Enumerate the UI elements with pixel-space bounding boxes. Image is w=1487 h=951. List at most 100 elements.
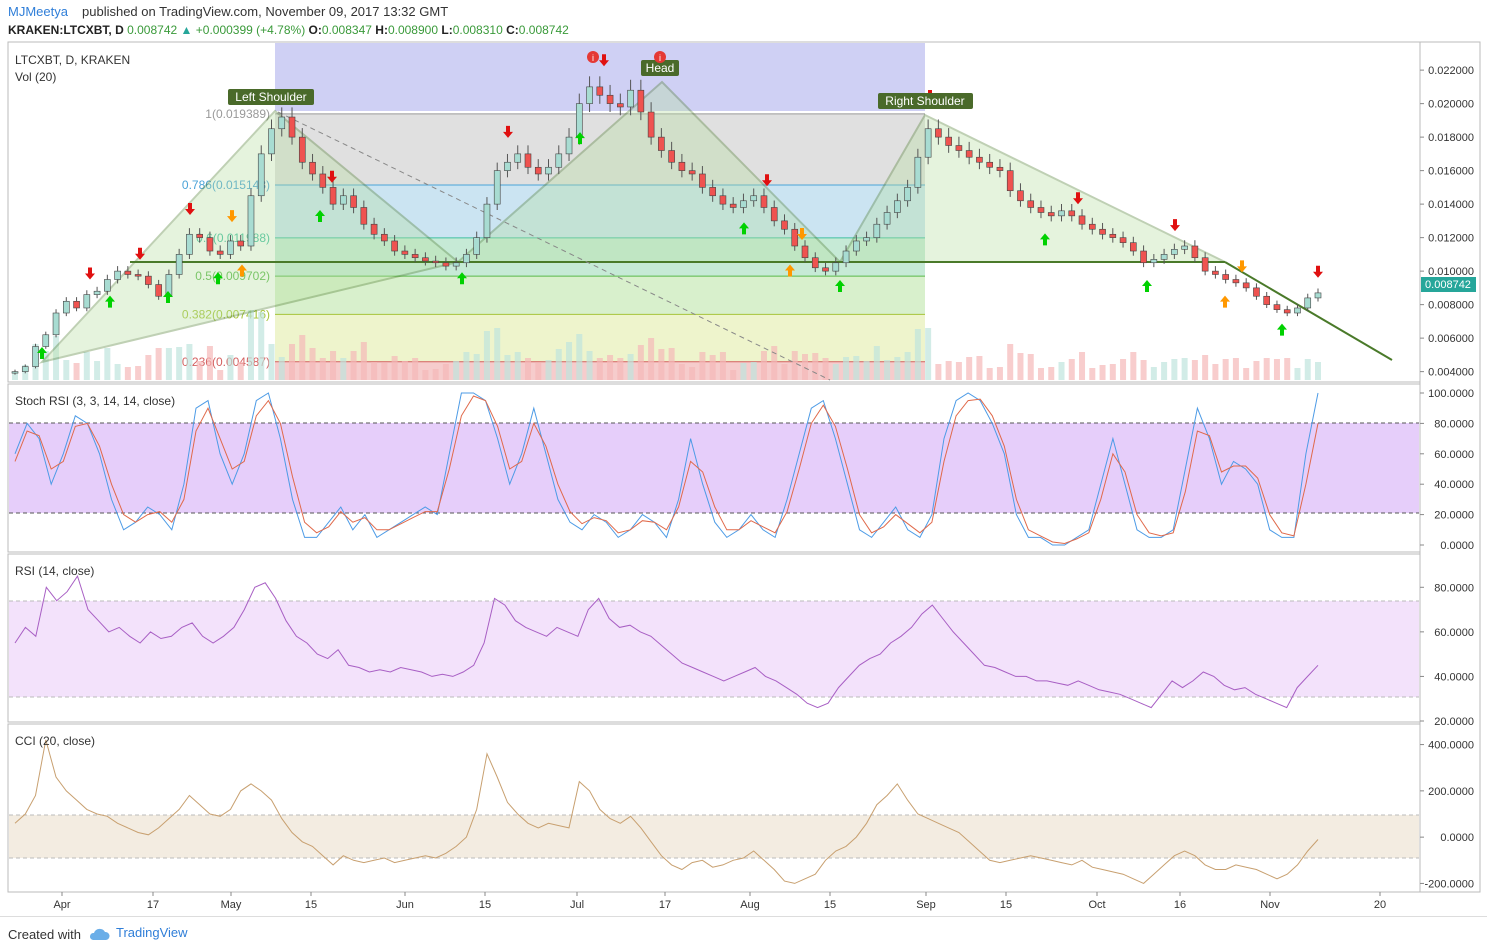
candle bbox=[257, 153, 265, 197]
info-icon[interactable]: i bbox=[654, 51, 666, 63]
candle bbox=[801, 245, 809, 259]
y-tick-label: 0.014000 bbox=[1428, 199, 1474, 211]
volume-bar bbox=[617, 358, 624, 380]
candle bbox=[647, 111, 655, 138]
y-tick-label: 0.020000 bbox=[1428, 99, 1474, 111]
volume-bar bbox=[658, 349, 665, 380]
candle bbox=[32, 346, 39, 367]
fib-label: 1(0.019389) bbox=[205, 107, 270, 121]
volume-bar bbox=[145, 355, 152, 380]
cci-title: CCI (20, close) bbox=[15, 734, 95, 748]
volume-bar bbox=[555, 349, 562, 380]
volume-bar bbox=[884, 360, 891, 380]
volume-bar bbox=[843, 357, 850, 380]
candle bbox=[145, 275, 152, 285]
info-icon[interactable]: i bbox=[587, 51, 599, 63]
volume-bar bbox=[165, 348, 172, 380]
candle bbox=[186, 233, 193, 255]
x-tick-label: Oct bbox=[1088, 899, 1105, 911]
candle bbox=[1263, 295, 1271, 305]
candle bbox=[247, 195, 255, 247]
volume-bar bbox=[1007, 344, 1014, 380]
candle bbox=[493, 170, 501, 205]
y-tick-label: 80.0000 bbox=[1434, 418, 1474, 430]
candle bbox=[1222, 274, 1229, 280]
svg-text:0.008742: 0.008742 bbox=[1425, 279, 1471, 291]
candle bbox=[904, 187, 911, 202]
y-tick-label: 0.008000 bbox=[1428, 300, 1474, 312]
volume-bar bbox=[1181, 358, 1188, 380]
candle bbox=[1171, 249, 1178, 255]
footer: Created with TradingView bbox=[0, 916, 1487, 951]
volume-bar bbox=[412, 358, 419, 380]
volume-bar bbox=[1037, 368, 1044, 380]
candle bbox=[1150, 259, 1158, 264]
main-title: LTCXBT, D, KRAKEN bbox=[15, 53, 130, 67]
candle bbox=[1017, 190, 1024, 202]
candle bbox=[11, 371, 19, 374]
quote-bar: KRAKEN:LTCXBT, D 0.008742 ▲ +0.000399 (+… bbox=[8, 23, 569, 37]
volume-bar bbox=[278, 357, 285, 380]
volume-bar bbox=[104, 348, 111, 380]
candle bbox=[1304, 297, 1312, 309]
volume-bar bbox=[371, 362, 378, 380]
candle bbox=[1201, 257, 1209, 272]
volume-bar bbox=[309, 348, 316, 380]
author-link[interactable]: MJMeetya bbox=[8, 4, 68, 19]
svg-text:Left Shoulder: Left Shoulder bbox=[235, 90, 306, 104]
open-value: 0.008347 bbox=[321, 23, 372, 37]
y-tick-label: 40.0000 bbox=[1434, 671, 1474, 683]
candle bbox=[658, 136, 665, 151]
x-tick-label: 17 bbox=[659, 899, 671, 911]
candle bbox=[62, 300, 70, 314]
candle bbox=[617, 103, 624, 108]
y-tick-label: 0.0000 bbox=[1440, 540, 1474, 552]
volume-bar bbox=[1099, 365, 1106, 380]
x-tick-label: 16 bbox=[1174, 899, 1186, 911]
tradingview-link[interactable]: TradingView bbox=[88, 925, 188, 941]
svg-text:Head: Head bbox=[646, 61, 675, 75]
candle bbox=[811, 257, 819, 269]
svg-text:i: i bbox=[592, 53, 594, 63]
candle bbox=[1140, 250, 1147, 264]
x-tick-label: Nov bbox=[1260, 899, 1280, 911]
volume-bar bbox=[453, 361, 460, 380]
candle bbox=[914, 156, 922, 188]
candle bbox=[360, 207, 368, 225]
candle bbox=[1181, 245, 1188, 250]
candle bbox=[288, 116, 296, 138]
candle bbox=[719, 195, 727, 205]
y-tick-label: 60.0000 bbox=[1434, 449, 1474, 461]
change: +0.000399 (+4.78%) bbox=[195, 23, 306, 37]
candle bbox=[575, 103, 583, 138]
candle bbox=[606, 94, 614, 104]
candle bbox=[524, 153, 532, 168]
volume-bar bbox=[802, 354, 809, 380]
candle bbox=[463, 254, 470, 264]
candle bbox=[227, 240, 234, 255]
volume-bar bbox=[524, 358, 531, 380]
volume-bar bbox=[1202, 355, 1209, 380]
y-tick-label: 0.0000 bbox=[1440, 832, 1474, 844]
candle bbox=[1273, 304, 1281, 310]
close-label: C: bbox=[506, 23, 519, 37]
candle bbox=[1119, 237, 1127, 243]
candle bbox=[822, 267, 829, 272]
candle bbox=[791, 228, 799, 247]
volume-bar bbox=[237, 362, 244, 380]
volume-bar bbox=[781, 364, 788, 380]
candle bbox=[442, 262, 450, 267]
candle bbox=[432, 260, 439, 264]
candle bbox=[473, 237, 480, 255]
volume-bar bbox=[83, 352, 90, 380]
fib-zone bbox=[275, 314, 925, 362]
candle bbox=[196, 233, 203, 238]
publish-header: MJMeetya published on TradingView.com, N… bbox=[0, 0, 1487, 22]
y-tick-label: 400.0000 bbox=[1428, 740, 1474, 752]
volume-bar bbox=[442, 364, 449, 380]
volume-bar bbox=[1150, 367, 1157, 380]
x-tick-label: 15 bbox=[1000, 899, 1012, 911]
x-tick-label: Jun bbox=[396, 899, 414, 911]
volume-bar bbox=[904, 352, 911, 380]
candle bbox=[555, 153, 563, 168]
